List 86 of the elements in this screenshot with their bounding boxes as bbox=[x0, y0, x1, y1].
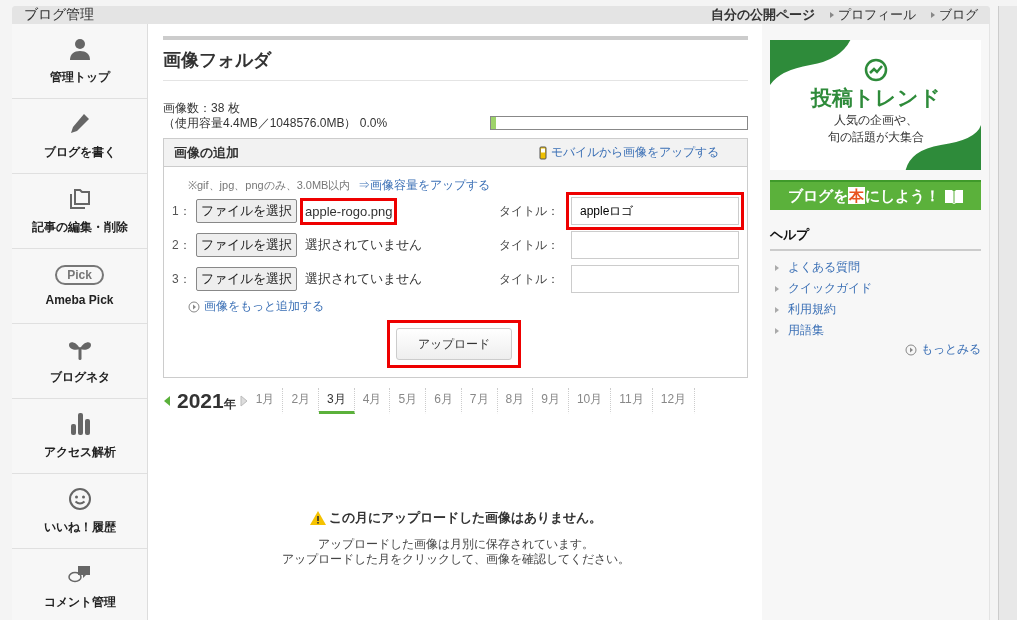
title-label: タイトル： bbox=[499, 202, 559, 220]
title-input[interactable] bbox=[571, 265, 739, 293]
smiley-icon bbox=[67, 486, 92, 511]
add-more-images-link[interactable]: 画像をもっと追加する bbox=[204, 298, 324, 315]
bullet-triangle-icon bbox=[774, 305, 780, 314]
sidebar-label: 管理トップ bbox=[49, 68, 110, 86]
header-link[interactable]: プロフィール bbox=[838, 6, 916, 24]
month-tab[interactable]: 12月 bbox=[652, 388, 696, 414]
bullet-triangle-icon bbox=[774, 263, 780, 272]
month-tab[interactable]: 1月 bbox=[247, 388, 284, 414]
folders-icon bbox=[67, 186, 92, 211]
bullet-triangle-icon bbox=[774, 326, 780, 335]
bullet-triangle-icon bbox=[774, 284, 780, 293]
file-type-note: ※gif、jpg、pngのみ、3.0MB以内 bbox=[188, 178, 351, 193]
book-banner-text: ブログを本にしよう！ bbox=[787, 186, 940, 206]
empty-message: この月にアップロードした画像はありません。 bbox=[328, 509, 602, 527]
next-year-arrow-icon[interactable] bbox=[239, 395, 248, 407]
sidebar-item[interactable]: 管理トップ bbox=[12, 24, 147, 99]
sidebar-label: アクセス解析 bbox=[43, 443, 116, 461]
choose-file-button[interactable]: ファイルを選択 bbox=[196, 267, 297, 291]
month-tab[interactable]: 7月 bbox=[461, 388, 498, 414]
upload-button[interactable]: アップロード bbox=[395, 328, 512, 360]
sidebar-item[interactable]: Pick Ameba Pick bbox=[12, 249, 147, 324]
title-label: タイトル： bbox=[499, 236, 559, 254]
file-name: 選択されていません bbox=[305, 271, 422, 286]
help-link[interactable]: クイックガイド bbox=[788, 280, 872, 297]
sidebar-item[interactable]: いいね！履歴 bbox=[12, 474, 147, 549]
row-number: 1： bbox=[172, 202, 192, 220]
row-number: 2： bbox=[172, 236, 192, 254]
title-input[interactable]: appleロゴ bbox=[571, 197, 739, 225]
sidebar-label: ブログネタ bbox=[49, 368, 110, 386]
storage-upgrade-link[interactable]: ⇒画像容量をアップする bbox=[358, 177, 491, 194]
help-link[interactable]: よくある質問 bbox=[788, 259, 860, 276]
mobile-upload-link[interactable]: モバイルから画像をアップする bbox=[551, 144, 719, 161]
header-link[interactable]: ブログ bbox=[939, 6, 978, 24]
year-label: 2021年 bbox=[177, 389, 236, 413]
sidebar-label: 記事の編集・削除 bbox=[31, 218, 128, 236]
sidebar-item[interactable]: アクセス解析 bbox=[12, 399, 147, 474]
open-book-icon bbox=[943, 188, 964, 204]
sidebar-label: いいね！履歴 bbox=[43, 518, 116, 536]
choose-file-button[interactable]: ファイルを選択 bbox=[196, 199, 297, 223]
month-tab[interactable]: 2月 bbox=[283, 388, 320, 414]
see-more-link[interactable]: もっとみる bbox=[921, 341, 981, 358]
sidebar-item[interactable]: ブログを書く bbox=[12, 99, 147, 174]
file-name: apple-rogo.png bbox=[305, 203, 393, 219]
sidebar-label: Ameba Pick bbox=[45, 293, 114, 307]
month-tab[interactable]: 4月 bbox=[354, 388, 391, 414]
play-circle-icon bbox=[188, 300, 200, 313]
help-link[interactable]: 用語集 bbox=[788, 322, 824, 339]
trend-banner[interactable]: 投稿トレンド 人気の企画や、 旬の話題が大集合 bbox=[770, 40, 981, 170]
book-banner[interactable]: ブログを本にしよう！ bbox=[770, 180, 981, 210]
title-input[interactable] bbox=[571, 231, 739, 259]
header-link[interactable]: 自分の公開ページ bbox=[711, 6, 815, 24]
row-number: 3： bbox=[172, 270, 192, 288]
warning-icon bbox=[309, 511, 326, 525]
sidebar-label: ブログを書く bbox=[43, 143, 116, 161]
month-tab[interactable]: 9月 bbox=[533, 388, 569, 414]
month-tab[interactable]: 3月 bbox=[319, 388, 355, 414]
month-tab[interactable]: 11月 bbox=[611, 388, 653, 414]
panel-title: 画像の追加 bbox=[174, 143, 239, 162]
help-heading: ヘルプ bbox=[770, 226, 981, 251]
help-link[interactable]: 利用規約 bbox=[788, 301, 836, 318]
month-tab[interactable]: 5月 bbox=[390, 388, 427, 414]
banner-text: 旬の話題が大集合 bbox=[827, 129, 924, 146]
play-circle-icon bbox=[905, 343, 917, 356]
empty-hint: アップロードした月をクリックして、画像を確認してください。 bbox=[281, 552, 630, 567]
section-title: 画像フォルダ bbox=[163, 36, 748, 81]
sidebar-item[interactable]: ブログネタ bbox=[12, 324, 147, 399]
previous-year-arrow-icon[interactable] bbox=[163, 395, 171, 407]
page-title: ブログ管理 bbox=[24, 6, 94, 24]
pick-badge: Pick bbox=[55, 265, 104, 285]
file-name: 選択されていません bbox=[305, 237, 422, 252]
choose-file-button[interactable]: ファイルを選択 bbox=[196, 233, 297, 257]
title-label: タイトル： bbox=[499, 270, 559, 288]
mobile-phone-icon bbox=[539, 145, 547, 160]
month-tab[interactable]: 6月 bbox=[426, 388, 462, 414]
sidebar-item[interactable]: 記事の編集・削除 bbox=[12, 174, 147, 249]
empty-hint: アップロードした画像は月別に保存されています。 bbox=[317, 537, 594, 552]
month-tab[interactable]: 10月 bbox=[568, 388, 612, 414]
image-count: 画像数：38 枚 bbox=[163, 101, 241, 116]
month-tab[interactable]: 8月 bbox=[497, 388, 534, 414]
sidebar-item[interactable]: コメント管理 bbox=[12, 549, 147, 620]
storage-usage: （使用容量4.4MB／1048576.0MB） 0.0% bbox=[163, 116, 388, 131]
banner-title: 投稿トレンド bbox=[810, 85, 941, 111]
sidebar-label: コメント管理 bbox=[43, 593, 116, 611]
person-icon bbox=[67, 36, 92, 61]
